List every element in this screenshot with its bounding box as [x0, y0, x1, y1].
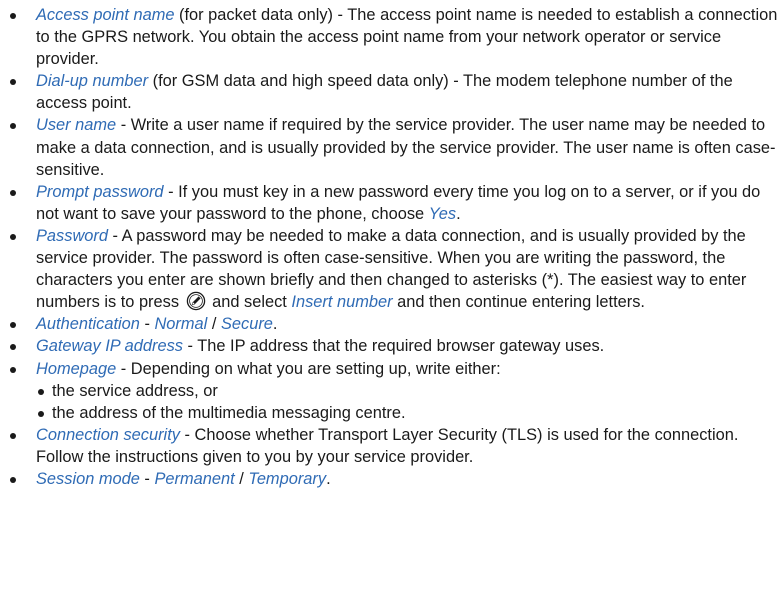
term-access-point-name: Access point name: [36, 6, 175, 24]
option-secure: Secure: [220, 315, 273, 334]
description-end: .: [456, 204, 461, 223]
list-item-gateway-ip-address: Gateway IP address - The IP address that…: [0, 335, 784, 357]
list-item-prompt-password: Prompt password - If you must key in a n…: [0, 181, 784, 225]
description-continued: and select: [207, 293, 292, 312]
term-prompt-password: Prompt password: [36, 182, 164, 201]
term-dial-up-number: Dial-up number: [36, 72, 149, 91]
option-temporary: Temporary: [248, 469, 327, 488]
homepage-sublist: the service address, or the address of t…: [36, 380, 778, 424]
sub-list-item: the address of the multimedia messaging …: [36, 402, 778, 424]
description: - Depending on what you are setting up, …: [116, 359, 501, 378]
settings-document: Access point name (for packet data only)…: [0, 0, 784, 490]
term-password: Password: [36, 226, 108, 245]
list-item-connection-security: Connection security - Choose whether Tra…: [0, 424, 784, 468]
sub-list-item: the service address, or: [36, 380, 778, 402]
list-item-homepage: Homepage - Depending on what you are set…: [0, 358, 784, 424]
pencil-key-icon: [186, 291, 205, 311]
description-end: .: [272, 315, 278, 334]
list-item-user-name: User name - Write a user name if require…: [0, 114, 784, 180]
list-item-dial-up-number: Dial-up number (for GSM data and high sp…: [0, 70, 784, 114]
list-item-session-mode: Session mode - Permanent / Temporary.: [0, 468, 784, 490]
description: - The IP address that the required brows…: [182, 337, 605, 356]
term-connection-security: Connection security: [36, 425, 180, 444]
option-permanent: Permanent: [154, 469, 235, 488]
term-gateway-ip-address: Gateway IP address: [36, 337, 183, 356]
list-item-access-point-name: Access point name (for packet data only)…: [0, 4, 784, 70]
term-authentication: Authentication: [36, 315, 140, 334]
option-normal: Normal: [154, 315, 208, 334]
option-yes: Yes: [428, 204, 457, 223]
description: -: [139, 469, 155, 488]
list-item-password: Password - A password may be needed to m…: [0, 225, 784, 313]
separator: /: [207, 315, 221, 334]
description-end: and then continue entering letters.: [392, 293, 645, 312]
list-item-authentication: Authentication - Normal / Secure.: [0, 313, 784, 335]
description: - Write a user name if required by the s…: [36, 116, 776, 179]
term-user-name: User name: [36, 116, 117, 135]
term-session-mode: Session mode: [36, 469, 140, 488]
description-end: .: [326, 469, 331, 488]
description: -: [139, 315, 155, 334]
option-insert-number: Insert number: [291, 293, 393, 312]
separator: /: [234, 469, 249, 488]
settings-list: Access point name (for packet data only)…: [0, 4, 784, 490]
term-homepage: Homepage: [36, 359, 117, 378]
